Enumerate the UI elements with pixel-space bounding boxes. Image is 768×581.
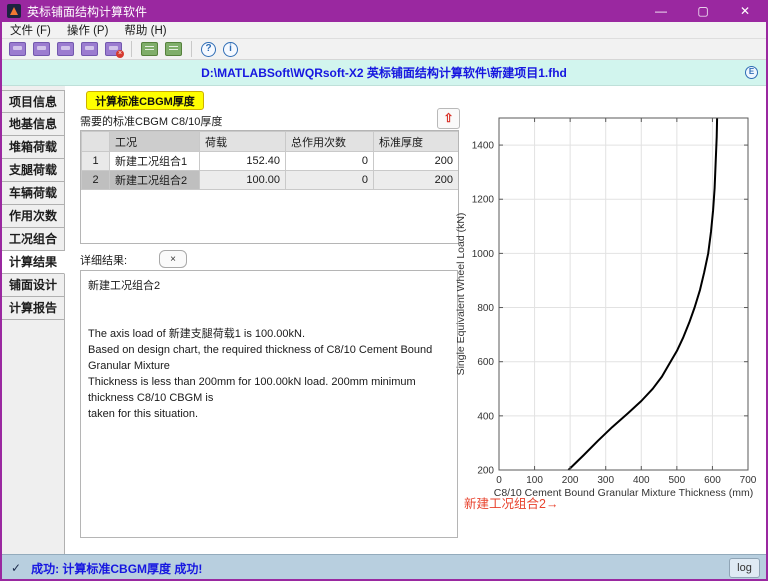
svg-text:200: 200 <box>562 475 579 486</box>
svg-text:0: 0 <box>496 475 502 486</box>
svg-text:300: 300 <box>597 475 614 486</box>
menu-file[interactable]: 文件 (F) <box>10 22 51 38</box>
table-title: 需要的标准CBGM C8/10厚度 <box>80 113 222 129</box>
sidebar-item-calc-results[interactable]: 计算结果 <box>2 251 65 274</box>
about-icon[interactable]: i <box>223 42 238 57</box>
app-window: 英标铺面结构计算软件 — ▢ ✕ 文件 (F) 操作 (P) 帮助 (H) ? … <box>0 0 768 581</box>
close-x-icon: × <box>170 254 176 265</box>
statusbar: ✓ 成功: 计算标准CBGM厚度 成功! log <box>2 554 766 581</box>
table-corner-cell <box>82 132 110 152</box>
svg-text:1400: 1400 <box>472 141 495 152</box>
details-close-button[interactable]: × <box>159 250 187 268</box>
app-logo-icon <box>7 4 21 18</box>
col-header-case[interactable]: 工况 <box>110 132 200 152</box>
save-as-icon[interactable] <box>81 42 98 56</box>
svg-text:100: 100 <box>526 475 543 486</box>
help-icon[interactable]: ? <box>201 42 216 57</box>
window-controls: — ▢ ✕ <box>640 0 766 22</box>
new-file-icon[interactable] <box>9 42 26 56</box>
svg-text:1000: 1000 <box>472 249 495 260</box>
sidebar-item-case-combination[interactable]: 工况组合 <box>2 228 65 251</box>
details-textarea[interactable]: 新建工况组合2 The axis load of 新建支腿荷载1 is 100.… <box>80 270 458 538</box>
design-chart-svg: 0 100 200 300 400 500 600 700 200 400 600 800 1000 12… <box>452 100 764 532</box>
export-excel-icon[interactable] <box>141 42 158 56</box>
cell-case[interactable]: 新建工况组合2 <box>110 171 200 190</box>
menubar: 文件 (F) 操作 (P) 帮助 (H) <box>2 22 766 39</box>
minimize-button[interactable]: — <box>640 0 682 22</box>
status-message: 成功: 计算标准CBGM厚度 成功! <box>31 560 729 577</box>
cell-applications[interactable]: 0 <box>286 152 374 171</box>
svg-text:400: 400 <box>633 475 650 486</box>
row-number: 2 <box>82 171 110 190</box>
toolbar: ? i <box>2 39 766 60</box>
body: 项目信息 地基信息 堆箱荷载 支腿荷载 车辆荷载 作用次数 工况组合 计算结果 … <box>2 86 766 554</box>
col-header-applications[interactable]: 总作用次数 <box>286 132 374 152</box>
col-header-load[interactable]: 荷载 <box>200 132 286 152</box>
svg-text:600: 600 <box>477 357 494 368</box>
cell-load[interactable]: 100.00 <box>200 171 286 190</box>
success-check-icon: ✓ <box>11 561 21 575</box>
results-table: 工况 荷载 总作用次数 标准厚度 1 新建工况组合1 152.40 0 200 … <box>81 131 459 190</box>
sidebar: 项目信息 地基信息 堆箱荷载 支腿荷载 车辆荷载 作用次数 工况组合 计算结果 … <box>2 86 65 554</box>
cell-thickness[interactable]: 200 <box>374 152 459 171</box>
sidebar-item-calc-report[interactable]: 计算报告 <box>2 297 65 320</box>
log-button[interactable]: log <box>729 558 760 578</box>
chart-annotation: 新建工况组合2→ <box>464 496 558 511</box>
toolbar-separator <box>131 41 132 57</box>
save-file-icon[interactable] <box>57 42 74 56</box>
design-chart: 0 100 200 300 400 500 600 700 200 400 600 800 1000 12… <box>452 100 764 532</box>
toolbar-separator <box>191 41 192 57</box>
maximize-button[interactable]: ▢ <box>682 0 724 22</box>
open-file-icon[interactable] <box>33 42 50 56</box>
close-button[interactable]: ✕ <box>724 0 766 22</box>
row-number: 1 <box>82 152 110 171</box>
sidebar-item-project-info[interactable]: 项目信息 <box>2 90 65 113</box>
svg-text:600: 600 <box>704 475 721 486</box>
banner-badge-icon[interactable]: E <box>745 66 758 79</box>
table-row[interactable]: 1 新建工况组合1 152.40 0 200 <box>82 152 459 171</box>
menu-help[interactable]: 帮助 (H) <box>124 22 166 38</box>
svg-text:400: 400 <box>477 411 494 422</box>
project-path: D:\MATLABSoft\WQRsoft-X2 英标铺面结构计算软件\新建项目… <box>201 64 567 81</box>
sidebar-item-vehicle-load[interactable]: 车辆荷载 <box>2 182 65 205</box>
results-panel: 计算标准CBGM厚度 需要的标准CBGM C8/10厚度 ⇧ 工况 荷载 总作用… <box>65 86 766 554</box>
calc-cbgm-button[interactable]: 计算标准CBGM厚度 <box>86 91 204 110</box>
sidebar-item-pavement-design[interactable]: 铺面设计 <box>2 274 65 297</box>
close-file-icon[interactable] <box>105 42 122 56</box>
results-table-box: 工况 荷载 总作用次数 标准厚度 1 新建工况组合1 152.40 0 200 … <box>80 130 459 244</box>
table-row-selected[interactable]: 2 新建工况组合2 100.00 0 200 <box>82 171 459 190</box>
cell-thickness[interactable]: 200 <box>374 171 459 190</box>
cell-applications[interactable]: 0 <box>286 171 374 190</box>
titlebar: 英标铺面结构计算软件 — ▢ ✕ <box>2 0 766 22</box>
sidebar-filler <box>2 320 65 554</box>
svg-text:200: 200 <box>477 466 494 477</box>
svg-text:800: 800 <box>477 303 494 314</box>
menu-operate[interactable]: 操作 (P) <box>67 22 109 38</box>
cell-case[interactable]: 新建工况组合1 <box>110 152 200 171</box>
col-header-thickness[interactable]: 标准厚度 <box>374 132 459 152</box>
svg-text:500: 500 <box>669 475 686 486</box>
sidebar-item-leg-load[interactable]: 支腿荷载 <box>2 159 65 182</box>
details-label: 详细结果: <box>80 252 127 268</box>
export-report-icon[interactable] <box>165 42 182 56</box>
sidebar-item-action-count[interactable]: 作用次数 <box>2 205 65 228</box>
chart-y-label: Single Equivalent Wheel Load (kN) <box>455 213 467 376</box>
window-title: 英标铺面结构计算软件 <box>27 3 640 20</box>
svg-text:700: 700 <box>740 475 757 486</box>
sidebar-item-foundation-info[interactable]: 地基信息 <box>2 113 65 136</box>
table-header-row: 工况 荷载 总作用次数 标准厚度 <box>82 132 459 152</box>
svg-text:1200: 1200 <box>472 195 495 206</box>
sidebar-item-container-load[interactable]: 堆箱荷载 <box>2 136 65 159</box>
project-path-banner: D:\MATLABSoft\WQRsoft-X2 英标铺面结构计算软件\新建项目… <box>2 60 766 86</box>
cell-load[interactable]: 152.40 <box>200 152 286 171</box>
